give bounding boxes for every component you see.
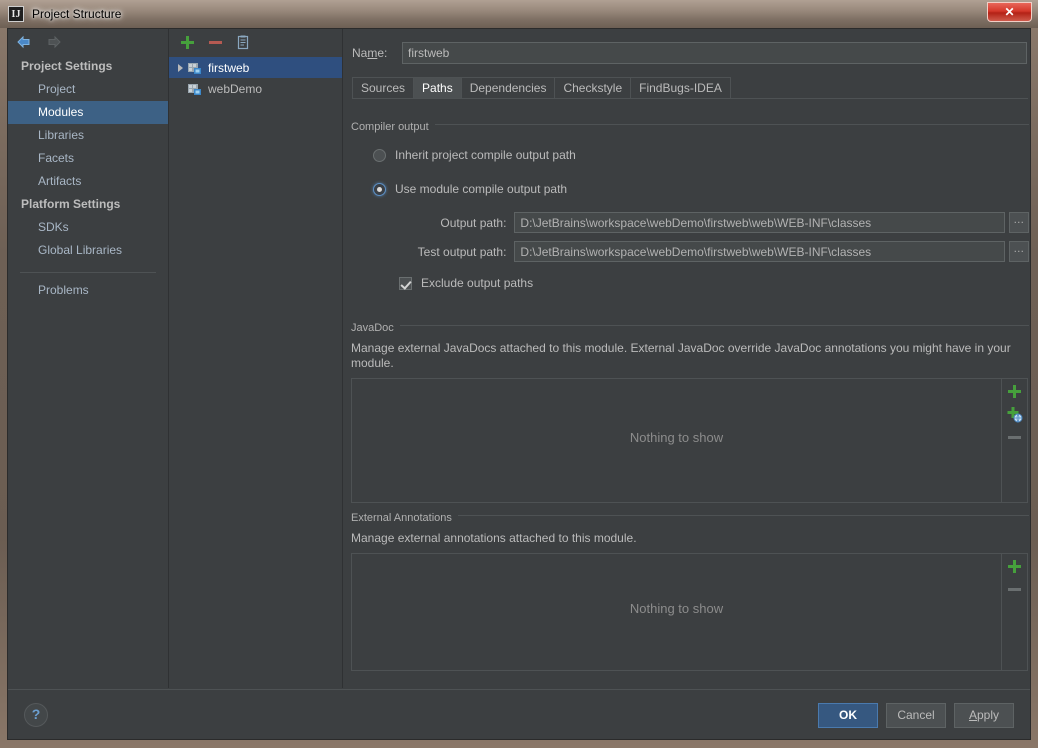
compiler-output-group: Compiler output Inherit project compile … xyxy=(351,117,1029,293)
minus-icon[interactable] xyxy=(1006,581,1023,598)
annotations-list[interactable]: Nothing to show xyxy=(351,553,1002,671)
sidebar-divider xyxy=(20,272,156,273)
tab-paths[interactable]: Paths xyxy=(413,77,462,98)
test-output-path-browse-button[interactable]: … xyxy=(1009,241,1030,262)
annotations-list-toolbar xyxy=(1002,553,1028,671)
sidebar-item-sdks[interactable]: SDKs xyxy=(8,216,168,239)
plus-icon[interactable] xyxy=(179,34,196,51)
test-output-path-row: Test output path: … xyxy=(373,240,1029,263)
output-path-input[interactable] xyxy=(514,212,1004,233)
close-icon[interactable]: ✕ xyxy=(987,2,1032,22)
ok-button[interactable]: OK xyxy=(818,703,878,728)
sidebar-nav-arrows xyxy=(8,29,168,55)
output-path-row: Output path: … xyxy=(373,211,1029,234)
minus-icon[interactable] xyxy=(1006,429,1023,446)
sidebar-item-facets[interactable]: Facets xyxy=(8,147,168,170)
modules-tree-panel: firstweb xyxy=(169,29,343,688)
annotations-empty-text: Nothing to show xyxy=(352,601,1001,616)
module-name-input[interactable] xyxy=(402,42,1027,64)
arrow-right-icon[interactable] xyxy=(46,34,62,50)
help-icon[interactable]: ? xyxy=(24,703,48,727)
project-structure-dialog: Project Settings Project Modules Librari… xyxy=(7,28,1031,740)
tree-row-label: firstweb xyxy=(208,61,249,75)
dialog-footer: ? OK Cancel Apply xyxy=(8,689,1030,740)
window-title: Project Structure xyxy=(32,7,121,21)
footer-action-buttons: OK Cancel Apply xyxy=(818,703,1014,728)
external-annotations-description: Manage external annotations attached to … xyxy=(351,531,1013,546)
tab-checkstyle[interactable]: Checkstyle xyxy=(554,77,631,98)
javadoc-group: JavaDoc Manage external JavaDocs attache… xyxy=(351,318,1029,503)
plus-globe-icon[interactable] xyxy=(1006,406,1023,423)
tree-row-firstweb[interactable]: firstweb xyxy=(169,57,342,78)
module-detail-pane: Name: Sources Paths Dependencies Checkst… xyxy=(343,29,1030,688)
module-icon xyxy=(187,81,203,97)
javadoc-header: JavaDoc xyxy=(351,318,1029,333)
dialog-body: Project Settings Project Modules Librari… xyxy=(8,29,1030,688)
settings-sidebar: Project Settings Project Modules Librari… xyxy=(8,29,169,688)
external-annotations-title: External Annotations xyxy=(351,512,458,524)
output-path-label: Output path: xyxy=(373,216,514,230)
radio-label: Use module compile output path xyxy=(395,182,567,196)
test-output-path-input[interactable] xyxy=(514,241,1004,262)
javadoc-description: Manage external JavaDocs attached to thi… xyxy=(351,341,1013,371)
minus-icon[interactable] xyxy=(207,34,224,51)
external-annotations-group: External Annotations Manage external ann… xyxy=(351,508,1029,671)
sidebar-group-platform-settings: Platform Settings xyxy=(8,193,168,216)
annotations-list-wrapper: Nothing to show xyxy=(351,553,1029,671)
radio-icon[interactable] xyxy=(373,149,386,162)
sidebar-item-problems[interactable]: Problems xyxy=(8,279,168,302)
sidebar-item-libraries[interactable]: Libraries xyxy=(8,124,168,147)
checkbox-icon[interactable] xyxy=(399,277,412,290)
tab-dependencies[interactable]: Dependencies xyxy=(461,77,556,98)
tree-row-webdemo[interactable]: webDemo xyxy=(169,78,342,99)
javadoc-list-wrapper: Nothing to show xyxy=(351,378,1029,503)
radio-inherit-project-output[interactable]: Inherit project compile output path xyxy=(373,145,1029,165)
tab-sources[interactable]: Sources xyxy=(352,77,414,98)
radio-icon-selected[interactable] xyxy=(373,183,386,196)
javadoc-list-toolbar xyxy=(1002,378,1028,503)
radio-label: Inherit project compile output path xyxy=(395,148,576,162)
tree-row-label: webDemo xyxy=(208,82,262,96)
sidebar-item-global-libraries[interactable]: Global Libraries xyxy=(8,239,168,262)
module-name-row: Name: xyxy=(352,41,1027,65)
exclude-output-paths-checkbox-row[interactable]: Exclude output paths xyxy=(399,273,1029,293)
plus-icon[interactable] xyxy=(1006,558,1023,575)
cancel-button[interactable]: Cancel xyxy=(886,703,946,728)
exclude-output-paths-label: Exclude output paths xyxy=(421,276,533,290)
sidebar-item-modules[interactable]: Modules xyxy=(8,101,168,124)
sidebar-item-project[interactable]: Project xyxy=(8,78,168,101)
group-divider-line xyxy=(351,124,1029,125)
external-annotations-header: External Annotations xyxy=(351,508,1029,523)
tree-indent-spacer xyxy=(173,82,187,96)
module-icon xyxy=(187,60,203,76)
apply-button[interactable]: Apply xyxy=(954,703,1014,728)
tab-findbugs-idea[interactable]: FindBugs-IDEA xyxy=(630,77,731,98)
copy-icon[interactable] xyxy=(235,34,252,51)
compiler-output-title: Compiler output xyxy=(351,121,435,133)
compiler-output-header: Compiler output xyxy=(351,117,1029,132)
os-window-frame: IJ Project Structure ✕ xyxy=(0,0,1038,748)
output-path-browse-button[interactable]: … xyxy=(1009,212,1030,233)
modules-toolbar xyxy=(169,29,342,55)
group-divider-line xyxy=(351,325,1029,326)
javadoc-empty-text: Nothing to show xyxy=(352,430,1001,445)
modules-tree-list: firstweb xyxy=(169,57,342,99)
sidebar-item-artifacts[interactable]: Artifacts xyxy=(8,170,168,193)
titlebar-left-group: IJ Project Structure xyxy=(8,4,121,24)
intellij-idea-icon: IJ xyxy=(8,6,24,22)
plus-icon[interactable] xyxy=(1006,383,1023,400)
window-titlebar: IJ Project Structure ✕ xyxy=(0,0,1038,28)
radio-use-module-output[interactable]: Use module compile output path xyxy=(373,179,1029,199)
module-tabs: Sources Paths Dependencies Checkstyle Fi… xyxy=(352,76,1028,99)
javadoc-title: JavaDoc xyxy=(351,322,400,334)
test-output-path-label: Test output path: xyxy=(373,245,514,259)
arrow-left-icon[interactable] xyxy=(16,34,32,50)
expand-arrow-icon[interactable] xyxy=(173,61,187,75)
javadoc-list[interactable]: Nothing to show xyxy=(351,378,1002,503)
module-name-label: Name: xyxy=(352,46,402,60)
sidebar-group-project-settings: Project Settings xyxy=(8,55,168,78)
